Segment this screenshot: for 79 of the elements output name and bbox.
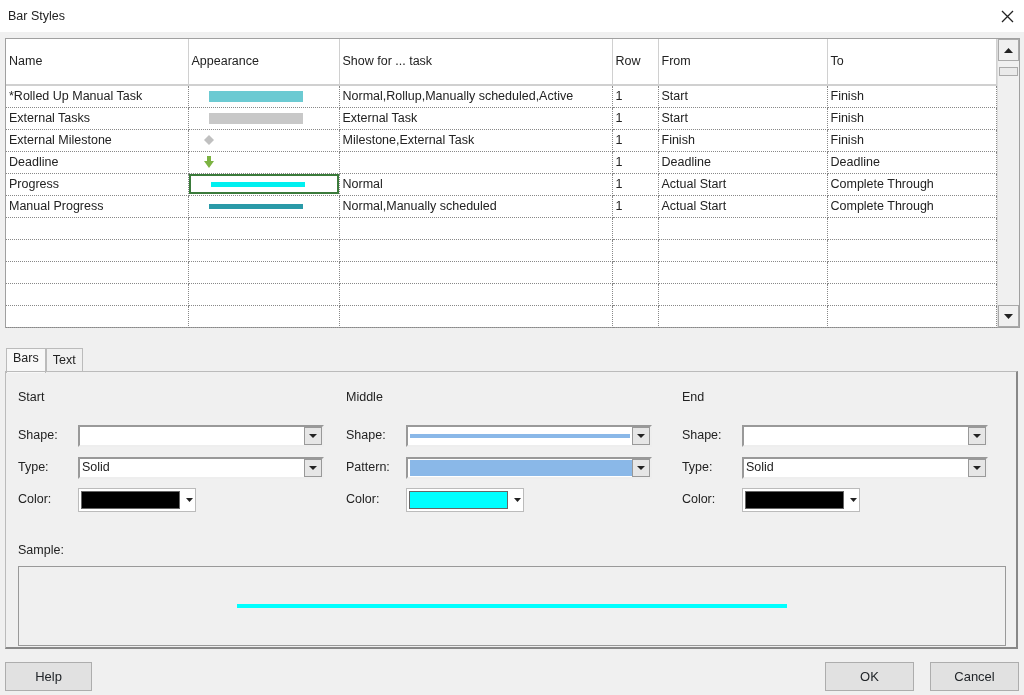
table-cell: Normal [339,173,612,195]
up-arrow-icon [1003,47,1013,53]
caret-icon [514,497,522,502]
table-cell: 1 [612,85,658,107]
section-title: Start [18,389,46,406]
dropdown[interactable] [406,424,653,447]
field-label: Shape: [18,427,59,445]
scroll-thumb[interactable] [998,67,1018,76]
table-cell: Start [658,85,827,107]
caret-icon [637,433,646,438]
column-header[interactable]: Appearance [188,39,339,85]
caret-icon [972,433,981,438]
section-title: End [681,389,706,406]
caret-icon [309,433,317,438]
table-cell: 1 [612,129,658,151]
caret-icon [186,497,193,502]
table-cell: 1 [612,107,658,129]
field-label: Color: [681,491,717,509]
table-cell: Milestone,External Task [339,129,612,151]
caret-icon [972,465,981,470]
field-label: Color: [18,491,53,509]
field-label: Shape: [346,427,387,445]
appearance-cell[interactable] [188,174,338,194]
table-cell: External Tasks [6,107,188,129]
scroll-down-button[interactable] [997,305,1019,327]
dropdown[interactable]: Solid [78,456,324,479]
scroll-up-button[interactable] [997,39,1019,61]
table-cell: Deadline [658,151,827,173]
table-cell: 1 [612,151,658,173]
color-picker[interactable] [78,487,196,512]
table-cell: External Milestone [6,129,188,151]
dropdown[interactable] [406,456,653,479]
table-cell: Start [658,107,827,129]
table-cell: Deadline [6,151,188,173]
caret-icon [309,465,317,470]
tab[interactable]: Text [45,348,83,372]
sample-label: Sample: [18,541,65,559]
scrollbar[interactable] [996,39,1019,327]
field-label: Pattern: [346,459,391,477]
table-cell: Progress [6,173,188,195]
field-label: Type: [681,459,714,477]
table-cell: Normal,Manually scheduled [339,195,612,217]
table-cell: Complete Through [827,195,996,217]
close-icon[interactable] [1001,9,1014,23]
table-cell: Manual Progress [6,195,188,217]
table-cell: External Task [339,107,612,129]
table-cell: Finish [827,85,996,107]
table-cell: Finish [827,107,996,129]
dropdown[interactable] [741,424,988,447]
dialog-button[interactable]: OK [825,662,914,691]
table-cell: Actual Start [658,195,827,217]
window-title: Bar Styles [8,7,65,25]
table-cell: 1 [612,173,658,195]
dialog-button[interactable]: Cancel [930,662,1019,691]
dialog-button[interactable]: Help [5,662,92,691]
field-label: Shape: [681,427,723,445]
dropdown[interactable] [78,424,324,447]
tab[interactable]: Bars [6,348,46,373]
caret-icon [637,465,646,470]
column-header[interactable]: From [658,39,827,85]
column-header[interactable]: Name [6,39,188,85]
table-cell: Finish [827,129,996,151]
table-cell: *Rolled Up Manual Task [6,85,188,107]
section-title: Middle [346,389,384,406]
caret-icon [849,497,857,502]
table-cell: 1 [612,195,658,217]
field-label: Type: [18,459,50,477]
dropdown[interactable]: Solid [741,456,988,479]
field-label: Color: [346,491,381,509]
column-header[interactable]: Row [612,39,658,85]
table-cell: Complete Through [827,173,996,195]
table-cell: Deadline [827,151,996,173]
down-arrow-icon [1003,313,1013,319]
table-cell: Finish [658,129,827,151]
table-cell: Normal,Rollup,Manually scheduled,Active [339,85,612,107]
color-picker[interactable] [741,487,860,512]
table-cell: Actual Start [658,173,827,195]
color-picker[interactable] [406,487,525,512]
column-header[interactable]: Show for ... task [339,39,612,85]
